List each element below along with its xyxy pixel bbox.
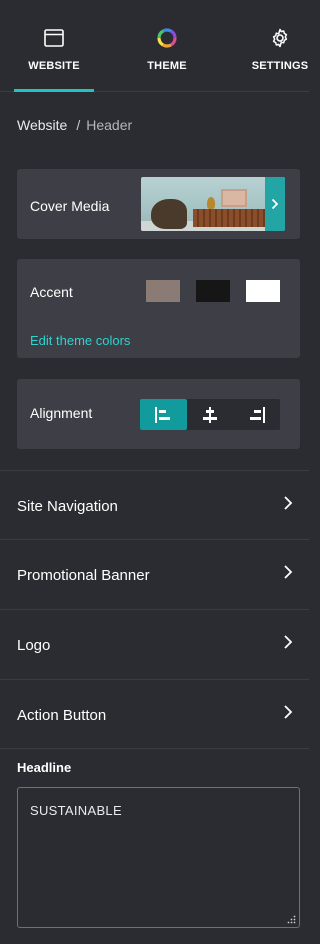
- headline-label: Headline: [17, 760, 72, 775]
- action-button-label: Action Button: [17, 707, 107, 724]
- cover-media-arrow-button[interactable]: [265, 177, 285, 231]
- logo-row[interactable]: Logo: [0, 609, 309, 679]
- site-navigation-label: Site Navigation: [17, 498, 118, 515]
- accent-swatch-2[interactable]: [196, 280, 230, 302]
- headline-textarea[interactable]: SUSTAINABLE: [17, 787, 300, 928]
- tab-theme-label: THEME: [147, 60, 187, 72]
- logo-label: Logo: [17, 637, 51, 654]
- active-tab-indicator: [14, 89, 94, 92]
- tab-settings[interactable]: SETTINGS: [240, 0, 320, 92]
- accent-card: Accent Edit theme colors: [17, 259, 300, 358]
- top-tab-bar: WEBSITE THEME SETTINGS: [0, 0, 309, 92]
- accent-label: Accent: [30, 284, 73, 300]
- align-right-button[interactable]: [233, 399, 280, 430]
- breadcrumb-root[interactable]: Website: [17, 117, 67, 133]
- accent-swatch-1[interactable]: [146, 280, 180, 302]
- tab-website-label: WEBSITE: [28, 60, 80, 72]
- cover-media-card[interactable]: Cover Media: [17, 169, 300, 239]
- promotional-banner-label: Promotional Banner: [17, 567, 150, 584]
- chevron-right-icon: [284, 496, 293, 510]
- alignment-card: Alignment: [17, 379, 300, 449]
- breadcrumb-current: Header: [86, 117, 133, 133]
- cover-media-thumbnail[interactable]: [141, 177, 285, 231]
- resize-handle-icon[interactable]: [287, 915, 296, 924]
- headline-value[interactable]: SUSTAINABLE: [30, 803, 122, 818]
- chevron-right-icon: [284, 635, 293, 649]
- align-left-icon: [155, 406, 171, 423]
- cover-media-label: Cover Media: [30, 198, 110, 214]
- site-navigation-row[interactable]: Site Navigation: [0, 470, 309, 540]
- tab-settings-label: SETTINGS: [251, 60, 309, 72]
- breadcrumb: Website / Header: [17, 117, 132, 133]
- tab-theme[interactable]: THEME: [127, 0, 207, 92]
- alignment-label: Alignment: [30, 405, 93, 421]
- color-wheel-icon: [157, 28, 177, 48]
- align-center-icon: [203, 406, 217, 423]
- align-left-button[interactable]: [140, 399, 187, 430]
- promotional-banner-row[interactable]: Promotional Banner: [0, 539, 309, 609]
- section-divider: [0, 748, 309, 749]
- align-center-button[interactable]: [187, 399, 234, 430]
- chevron-right-icon: [284, 565, 293, 579]
- tab-website[interactable]: WEBSITE: [14, 0, 94, 92]
- chevron-right-icon: [271, 198, 279, 210]
- align-right-icon: [249, 406, 265, 423]
- browser-window-icon: [44, 29, 64, 47]
- gear-icon: [272, 28, 288, 48]
- accent-swatch-3[interactable]: [246, 280, 280, 302]
- edit-theme-colors-link[interactable]: Edit theme colors: [30, 333, 130, 348]
- breadcrumb-separator: /: [76, 117, 81, 133]
- action-button-row[interactable]: Action Button: [0, 679, 309, 749]
- alignment-toggle-group: [140, 399, 280, 430]
- chevron-right-icon: [284, 705, 293, 719]
